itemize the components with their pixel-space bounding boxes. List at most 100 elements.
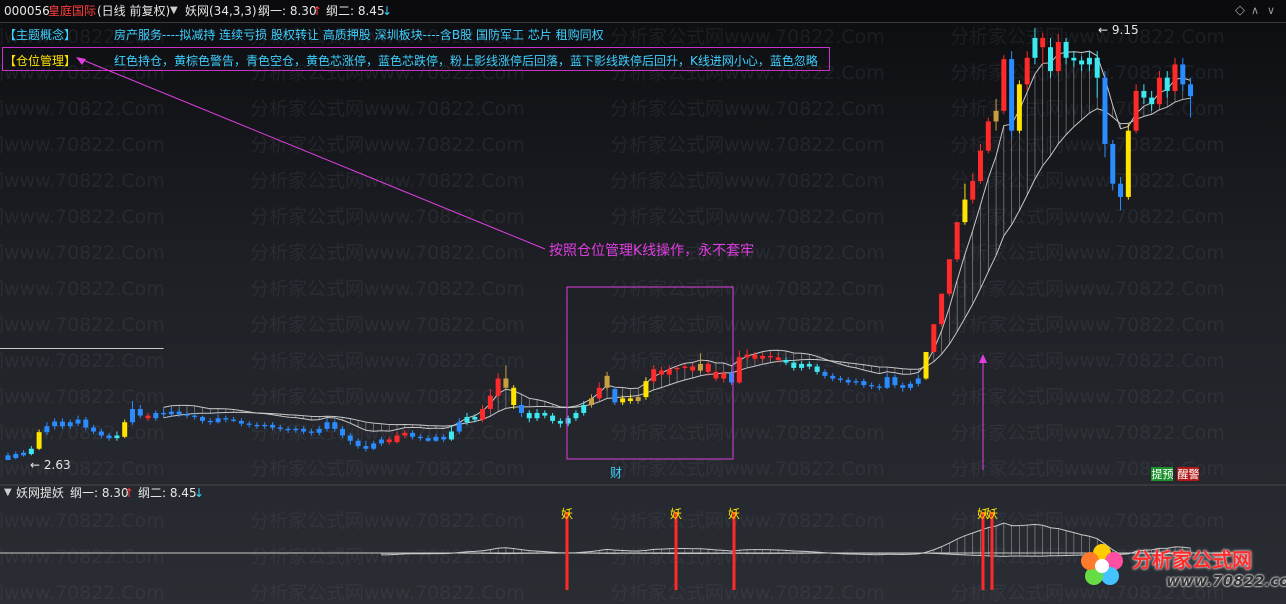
candle-body: [682, 366, 688, 368]
candle-body: [223, 418, 229, 420]
candle-body: [1110, 143, 1116, 184]
period-label[interactable]: (日线 前复权): [97, 0, 170, 22]
candle-body: [1016, 84, 1022, 131]
candle-body: [830, 375, 836, 379]
signal-bar: [732, 512, 736, 590]
candle-body: [285, 428, 291, 431]
candle-body: [371, 443, 377, 449]
candle-body: [534, 412, 540, 419]
candle-body: [791, 362, 797, 368]
down-arrow-icon: ↓: [382, 4, 393, 18]
indicator-name[interactable]: 妖网(34,3,3): [185, 0, 257, 22]
warning-tag-label: 提: [1152, 468, 1163, 481]
candle-body: [1009, 59, 1015, 131]
candle-body: [1118, 183, 1124, 197]
candle-body: [114, 435, 120, 439]
candle-body: [1149, 97, 1155, 105]
candle-body: [806, 363, 812, 367]
candle-body: [417, 436, 423, 439]
candle-body: [713, 371, 719, 379]
candle-body: [67, 422, 73, 427]
diamond-icon[interactable]: ◇: [1235, 0, 1245, 22]
candle-body: [557, 420, 563, 424]
marker-arrow-icon: [979, 354, 987, 363]
candle-body: [783, 359, 789, 363]
candle-body: [246, 423, 252, 425]
candle-body: [122, 422, 128, 437]
candle-body: [347, 435, 353, 441]
candle-body: [1086, 57, 1092, 65]
candle-body: [985, 121, 991, 151]
candle-body: [137, 408, 143, 416]
chevron-down-icon[interactable]: ∨: [1267, 0, 1275, 22]
indicator-menu-icon[interactable]: ▼: [170, 0, 178, 22]
candle-body: [1141, 90, 1147, 98]
down-arrow-icon: ↓: [194, 486, 205, 500]
candle-body: [550, 415, 556, 421]
candle-body: [915, 378, 921, 384]
candle-body: [83, 419, 89, 428]
candle-body: [1032, 37, 1038, 58]
candle-body: [425, 438, 431, 441]
signal-label: 妖: [670, 507, 682, 521]
candle-body: [1001, 59, 1007, 111]
up-arrow-icon: ↑: [124, 486, 135, 500]
candle-body: [705, 363, 711, 372]
signal-bar: [990, 512, 994, 590]
candle-body: [402, 432, 408, 436]
candle-body: [59, 421, 65, 427]
candle-body: [690, 366, 696, 371]
signal-label: 妖: [986, 507, 998, 521]
candle-body: [931, 324, 937, 352]
sub-band-lower: [381, 552, 1191, 557]
candle-body: [355, 440, 361, 447]
candle-body: [869, 385, 875, 387]
candle-body: [962, 199, 968, 223]
candle-body: [378, 439, 384, 444]
candle-body: [5, 455, 11, 460]
candle-body: [1071, 57, 1077, 61]
candle-body: [1094, 57, 1100, 78]
warning-tag-label: 警: [1189, 467, 1200, 481]
sub-indicator-name[interactable]: 妖网提妖: [16, 484, 64, 502]
candle-body: [581, 405, 587, 413]
candle-body: [721, 373, 727, 379]
candle-body: [293, 428, 299, 431]
position-text: 红色持仓，黄棕色警告，青色空仓，黄色芯涨停，蓝色芯跌停，粉上影线涨停后回落，蓝下…: [114, 54, 818, 68]
stock-code: 000056: [4, 4, 50, 18]
candle-body: [1156, 77, 1162, 105]
candle-body: [518, 405, 524, 413]
candle-body: [52, 421, 58, 427]
sub-line1-value: 纲一: 8.30: [70, 486, 129, 500]
chevron-up-icon[interactable]: ∧: [1251, 0, 1259, 22]
candle-body: [837, 378, 843, 380]
indicator-menu-icon[interactable]: ▼: [4, 484, 12, 502]
candle-body: [907, 383, 913, 388]
candle-body: [589, 398, 594, 406]
candle-body: [44, 426, 50, 433]
candle-body: [627, 398, 633, 402]
line2-value: 纲二: 8.45: [326, 4, 385, 18]
title-bar: 000056 皇庭国际 (日线 前复权) ▼ 妖网(34,3,3) 纲一: 8.…: [0, 0, 1286, 23]
candle-body: [612, 389, 618, 403]
candle-body: [215, 418, 221, 423]
candle-body: [75, 419, 81, 424]
low-price-label: ← 2.63: [30, 458, 71, 472]
logo-name: 分析家公式网: [1132, 548, 1252, 572]
up-arrow-icon: ↑: [312, 4, 323, 18]
candle-body: [993, 110, 999, 122]
arrow-note: 按照仓位管理K线操作，永不套牢: [549, 243, 755, 259]
candle-body: [946, 259, 952, 294]
candle-body: [511, 387, 517, 406]
candle-body: [448, 431, 454, 440]
logo-url: www.70822.com: [1166, 572, 1286, 590]
candle-body: [954, 222, 960, 260]
position-label: 【仓位管理】: [4, 54, 77, 68]
candle-body: [324, 422, 330, 429]
box-tag-label: 财: [610, 466, 622, 480]
candle-body: [674, 367, 680, 370]
line1-value: 纲一: 8.30: [258, 4, 317, 18]
candle-body: [308, 431, 314, 433]
candle-body: [106, 435, 112, 439]
candle-body: [441, 436, 447, 440]
